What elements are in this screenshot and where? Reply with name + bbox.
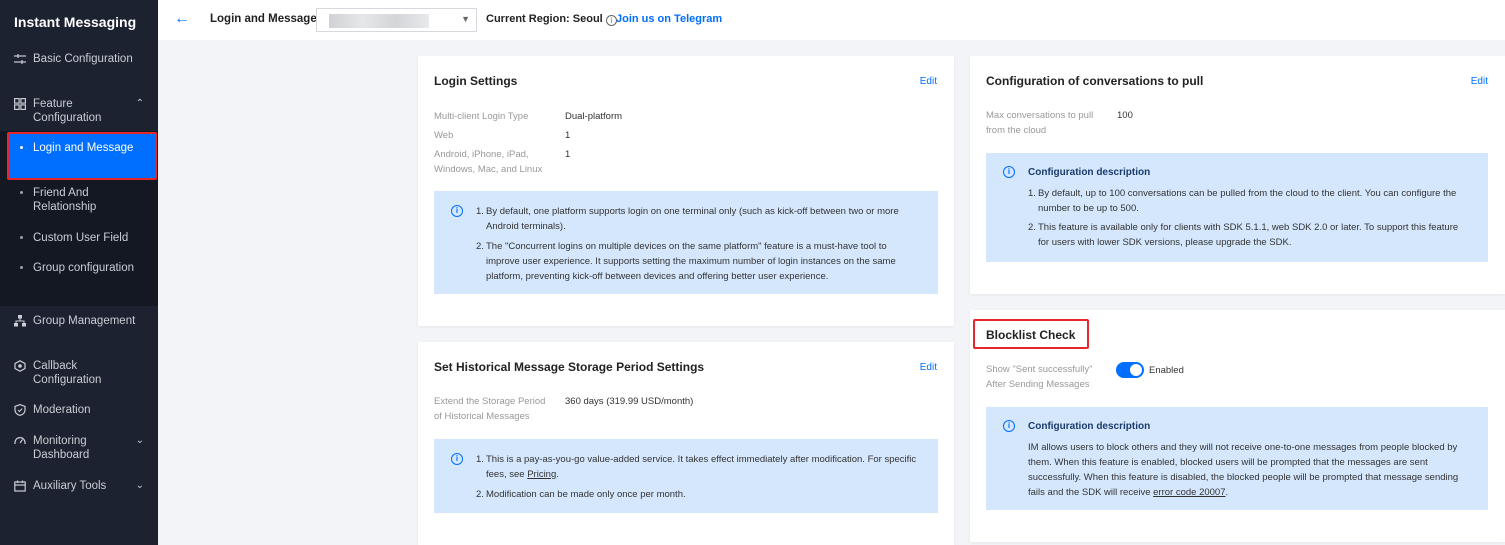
pricing-link[interactable]: Pricing	[527, 469, 556, 480]
sidebar-item-monitoring-dashboard[interactable]: Monitoring Dashboard ⌄	[0, 434, 158, 464]
sidebar-subitem-login-and-message[interactable]: Login and Message	[0, 141, 158, 171]
edit-button[interactable]: Edit	[920, 76, 937, 87]
chevron-up-icon: ⌃	[135, 98, 144, 109]
sidebar-item-auxiliary-tools[interactable]: Auxiliary Tools ⌄	[0, 479, 158, 495]
error-code-link[interactable]: error code 20007	[1153, 487, 1225, 498]
toggle-label: Enabled	[1149, 365, 1184, 376]
field-label: Android, iPhone, iPad, Windows, Mac, and…	[434, 149, 543, 175]
info-icon: i	[1003, 420, 1015, 432]
field-label: Web	[434, 130, 454, 141]
field-label: Multi-client Login Type	[434, 111, 529, 122]
chevron-down-icon: ⌄	[135, 480, 144, 491]
info-notice: i 1. By default, one platform supports lo…	[434, 191, 938, 294]
sidebar-subitem-custom-user-field[interactable]: Custom User Field	[0, 231, 158, 247]
sidebar-title: Instant Messaging	[14, 14, 137, 30]
highlight-box	[973, 319, 1089, 349]
grid-icon	[14, 98, 26, 110]
redacted-app-name	[329, 14, 429, 28]
caret-down-icon: ▼	[461, 14, 470, 24]
app-select[interactable]: ▼	[316, 8, 477, 32]
config-description: i Configuration description IM allows us…	[986, 407, 1488, 510]
field-label: Extend the Storage Period of Historical …	[434, 396, 546, 422]
back-arrow-icon[interactable]: ←	[174, 10, 190, 28]
telegram-link[interactable]: Join us on Telegram	[616, 13, 722, 25]
sidebar-item-label: Feature Configuration	[33, 98, 102, 124]
tools-icon	[14, 480, 26, 492]
edit-button[interactable]: Edit	[1471, 76, 1488, 87]
sidebar: Instant Messaging Basic Configuration Fe…	[0, 0, 158, 545]
field-value: Dual-platform	[565, 111, 623, 122]
chevron-down-icon: ⌄	[135, 435, 144, 446]
config-description: i Configuration description 1. By default…	[986, 153, 1488, 262]
field-value: 1	[565, 149, 571, 160]
card-title: Set Historical Message Storage Period Se…	[434, 360, 705, 374]
edit-button[interactable]: Edit	[920, 362, 937, 373]
hierarchy-icon	[14, 315, 26, 327]
sidebar-item-label: Basic Configuration	[33, 53, 133, 65]
conversations-card: Configuration of conversations to pull E…	[970, 56, 1505, 294]
sidebar-item-basic-configuration[interactable]: Basic Configuration	[0, 52, 158, 82]
info-icon: i	[451, 453, 463, 465]
info-notice: i 1. This is a pay-as-you-go value-added …	[434, 439, 938, 513]
field-value: 1	[565, 130, 571, 141]
info-icon: i	[1003, 166, 1015, 178]
sidebar-item-callback-configuration[interactable]: Callback Configuration	[0, 359, 158, 389]
field-label: Show "Sent successfully" After Sending M…	[986, 364, 1093, 390]
page-title: Login and Message	[210, 13, 317, 25]
blocklist-card: Blocklist Check Show "Sent successfully"…	[970, 310, 1505, 542]
login-settings-card: Login Settings Edit Multi-client Login T…	[418, 56, 954, 326]
dashboard-icon	[14, 437, 26, 445]
sidebar-item-group-management[interactable]: Group Management	[0, 314, 158, 344]
sidebar-item-feature-configuration[interactable]: Feature Configuration ⌃	[0, 97, 158, 127]
field-value: 360 days (319.99 USD/month)	[565, 396, 694, 407]
callback-icon	[14, 360, 26, 372]
shield-icon	[14, 404, 26, 416]
field-label: Max conversations to pull from the cloud	[986, 110, 1094, 136]
top-bar: ← Login and Message ▼ Current Region: Se…	[158, 0, 1505, 40]
field-value: 100	[1117, 110, 1133, 121]
sliders-icon	[14, 54, 26, 64]
current-region: Current Region: Seoul i	[486, 13, 617, 26]
blocklist-toggle[interactable]	[1116, 362, 1144, 378]
card-title: Login Settings	[434, 74, 518, 88]
sidebar-subitem-friend-and-relationship[interactable]: Friend And Relationship	[0, 186, 158, 216]
card-title: Configuration of conversations to pull	[986, 74, 1204, 88]
sidebar-subitem-group-configuration[interactable]: Group configuration	[0, 261, 158, 291]
info-icon: i	[451, 205, 463, 217]
history-settings-card: Set Historical Message Storage Period Se…	[418, 342, 954, 545]
sidebar-item-moderation[interactable]: Moderation	[0, 403, 158, 419]
